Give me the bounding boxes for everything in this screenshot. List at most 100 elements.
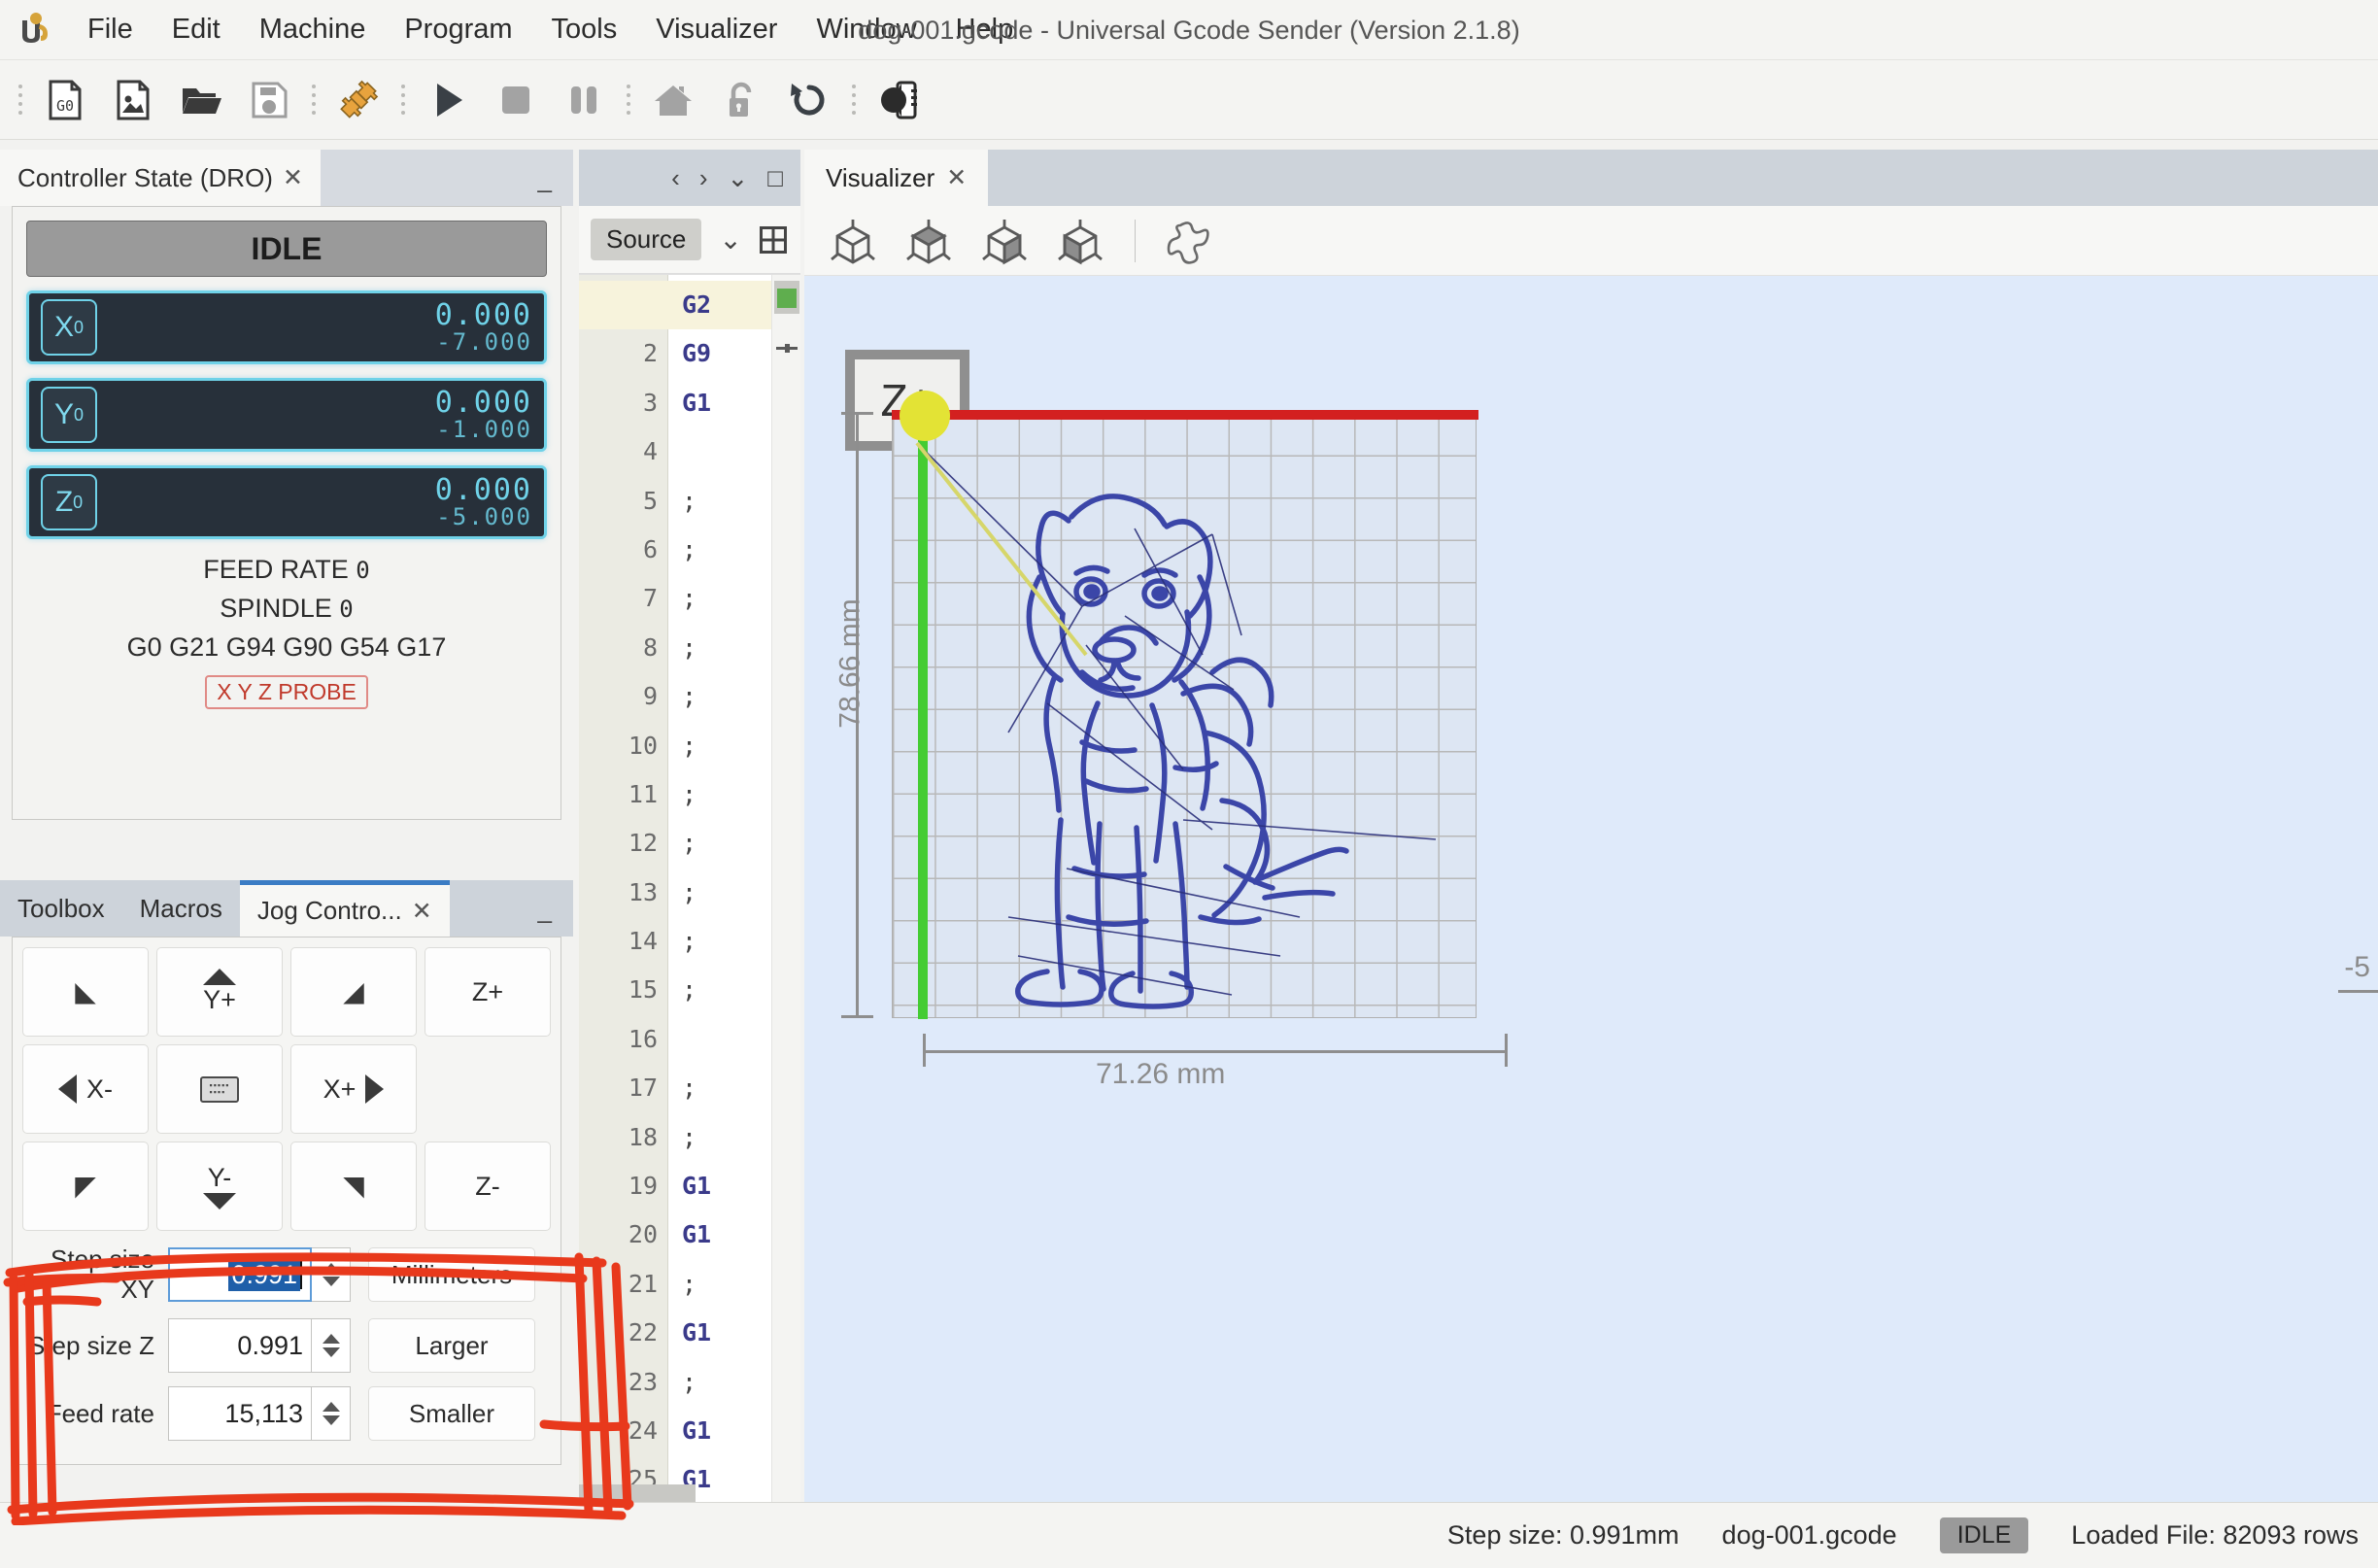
spin-down-icon[interactable] — [322, 1415, 340, 1425]
connect-plug-icon[interactable] — [324, 66, 392, 134]
jog-x-minus-button[interactable]: X- — [22, 1044, 149, 1134]
jog-feed-rate-spin-buttons[interactable] — [312, 1386, 351, 1441]
zero-z-button[interactable]: Z0 — [41, 474, 97, 530]
jog-diagonal-down-left-button[interactable]: ◤ — [22, 1142, 149, 1231]
maximize-icon[interactable]: □ — [767, 163, 783, 193]
step-size-z-input[interactable]: 0.991 — [168, 1318, 312, 1373]
controller-state-panel: Controller State (DRO) ✕ _ IDLE X0 0.000… — [0, 150, 573, 880]
jog-diagonal-up-left-button[interactable]: ◣ — [22, 947, 149, 1037]
arrow-right-icon — [365, 1074, 385, 1104]
spin-up-icon[interactable] — [322, 1402, 340, 1412]
jog-diagonal-up-right-button[interactable]: ◢ — [290, 947, 417, 1037]
step-size-xy-stepper[interactable]: 0.991 — [168, 1247, 351, 1302]
jog-y-minus-button[interactable]: Y- — [156, 1142, 283, 1231]
spin-up-icon[interactable] — [322, 1263, 340, 1273]
minimize-icon[interactable]: _ — [517, 880, 573, 937]
chevron-down-icon[interactable]: ⌄ — [727, 163, 748, 193]
home-icon[interactable] — [639, 66, 707, 134]
horizontal-scrollbar-thumb[interactable] — [579, 1484, 696, 1502]
editor-scrollbar[interactable] — [771, 275, 800, 1502]
view-isometric-icon[interactable] — [820, 211, 886, 271]
jog-x-plus-button[interactable]: X+ — [290, 1044, 417, 1134]
menu-item-file[interactable]: File — [68, 6, 153, 53]
step-settings-area: Step size XY 0.991 Millimeters Step size… — [22, 1244, 551, 1441]
line-number: 15 — [628, 975, 658, 1005]
jog-z-plus-button[interactable]: Z+ — [425, 947, 551, 1037]
save-file-icon[interactable] — [235, 66, 303, 134]
jog-diagonal-down-right-button[interactable]: ◥ — [290, 1142, 417, 1231]
nav-forward-icon[interactable]: › — [699, 163, 708, 193]
expand-all-icon[interactable]: ⌄ — [719, 223, 741, 256]
dro-axis-z[interactable]: Z0 0.000 -5.000 — [26, 465, 547, 539]
pause-icon[interactable] — [550, 66, 618, 134]
close-icon[interactable]: ✕ — [283, 163, 303, 192]
step-larger-button[interactable]: Larger — [368, 1318, 535, 1373]
spin-down-icon[interactable] — [322, 1347, 340, 1357]
arrow-up-icon — [203, 969, 236, 985]
tab-toolbox[interactable]: Toolbox — [0, 880, 122, 937]
zero-x-button[interactable]: X0 — [41, 299, 97, 356]
arrow-down-icon — [203, 1193, 236, 1210]
jog-feed-rate-stepper[interactable]: 15,113 — [168, 1386, 351, 1441]
tab-controller-state[interactable]: Controller State (DRO) ✕ — [0, 150, 321, 206]
toggle-toolpath-icon[interactable] — [1157, 211, 1223, 271]
stop-icon[interactable] — [482, 66, 550, 134]
reset-icon[interactable] — [775, 66, 843, 134]
step-size-xy-input[interactable]: 0.991 — [168, 1247, 312, 1302]
view-front-icon[interactable] — [971, 211, 1037, 271]
jog-z-minus-label: Z- — [475, 1171, 500, 1201]
toolbar-separator-3 — [618, 79, 639, 121]
jog-feed-rate-input[interactable]: 15,113 — [168, 1386, 312, 1441]
minimize-icon[interactable]: _ — [517, 150, 573, 206]
step-smaller-button[interactable]: Smaller — [368, 1386, 535, 1441]
line-number: 20 — [628, 1220, 658, 1249]
new-gcode-file-icon[interactable]: G0 — [31, 66, 99, 134]
step-size-xy-value: 0.991 — [228, 1258, 300, 1291]
tab-jog-controller[interactable]: Jog Contro... ✕ — [239, 880, 450, 937]
tab-source[interactable]: Source — [591, 219, 702, 260]
units-toggle-button[interactable]: Millimeters — [368, 1247, 535, 1302]
tab-label: Jog Contro... — [256, 896, 402, 925]
line-number: 4 — [642, 437, 658, 466]
split-view-icon[interactable] — [759, 225, 787, 254]
open-folder-icon[interactable] — [167, 66, 235, 134]
menu-item-program[interactable]: Program — [385, 6, 531, 53]
zero-y-button[interactable]: Y0 — [41, 387, 97, 443]
close-icon[interactable]: ✕ — [946, 163, 967, 192]
unlock-icon[interactable] — [707, 66, 775, 134]
keyboard-icon: ▪▪▪▪▪ ▪▪▪▪ — [200, 1075, 239, 1103]
view-side-icon[interactable] — [1047, 211, 1113, 271]
jog-y-plus-button[interactable]: Y+ — [156, 947, 283, 1037]
tab-macros[interactable]: Macros — [122, 880, 240, 937]
toolbar-divider — [1135, 219, 1136, 262]
menu-item-machine[interactable]: Machine — [240, 6, 386, 53]
spin-up-icon[interactable] — [322, 1334, 340, 1344]
nav-back-icon[interactable]: ‹ — [671, 163, 680, 193]
status-step-size: Step size: 0.991mm — [1446, 1520, 1680, 1550]
line-number: 23 — [628, 1367, 658, 1396]
probe-badge[interactable]: X Y Z PROBE — [205, 675, 368, 709]
open-image-icon[interactable] — [99, 66, 167, 134]
visualizer-canvas[interactable]: Z+ 78.66 mm — [804, 276, 2378, 1502]
menu-item-visualizer[interactable]: Visualizer — [636, 6, 797, 53]
play-run-icon[interactable] — [414, 66, 482, 134]
menu-item-window[interactable]: Window — [797, 6, 935, 53]
menu-item-help[interactable]: Help — [936, 6, 1034, 53]
step-size-z-stepper[interactable]: 0.991 — [168, 1318, 351, 1373]
view-top-icon[interactable] — [896, 211, 962, 271]
spin-down-icon[interactable] — [322, 1277, 340, 1286]
close-icon[interactable]: ✕ — [412, 897, 432, 926]
step-size-z-spin-buttons[interactable] — [312, 1318, 351, 1373]
dro-axis-y[interactable]: Y0 0.000 -1.000 — [26, 378, 547, 452]
dro-axis-x[interactable]: X0 0.000 -7.000 — [26, 290, 547, 364]
probe-icon[interactable] — [865, 66, 933, 134]
gcode-editor[interactable]: 1234567891011121314151617181920212223242… — [579, 274, 800, 1502]
step-size-xy-spin-buttons[interactable] — [312, 1247, 351, 1302]
diagonal-up-right-icon: ◢ — [343, 976, 364, 1006]
spindle-label: SPINDLE — [220, 594, 332, 623]
menu-item-edit[interactable]: Edit — [153, 6, 240, 53]
jog-z-minus-button[interactable]: Z- — [425, 1142, 551, 1231]
jog-keyboard-button[interactable]: ▪▪▪▪▪ ▪▪▪▪ — [156, 1044, 283, 1134]
tab-visualizer[interactable]: Visualizer ✕ — [804, 150, 989, 206]
menu-item-tools[interactable]: Tools — [532, 6, 637, 53]
